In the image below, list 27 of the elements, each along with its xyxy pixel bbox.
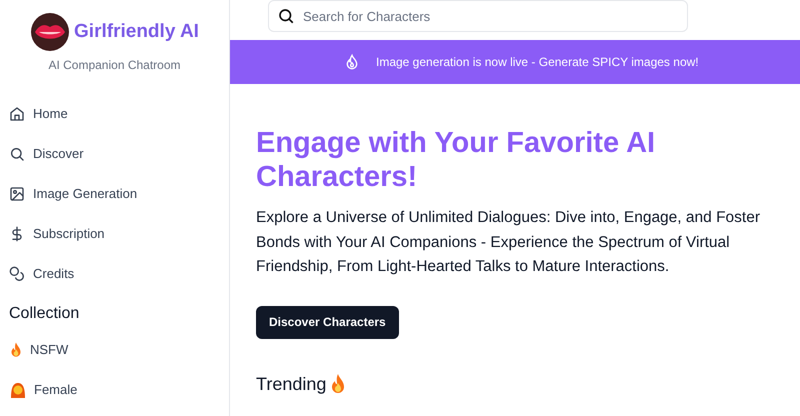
search-field[interactable]: Search for Characters <box>268 0 688 32</box>
search-icon <box>9 146 25 162</box>
person-icon <box>10 382 26 398</box>
banner-text: Image generation is now live - Generate SPICY images now! <box>376 54 699 71</box>
collection-item[interactable]: NSFW <box>0 330 229 370</box>
lips-logo <box>30 12 70 52</box>
coins-icon <box>9 266 25 282</box>
hero-title: Engage with Your Favorite AI Characters! <box>256 126 656 194</box>
fire-icon <box>10 342 22 358</box>
sidebar-item[interactable]: Discover <box>0 134 229 174</box>
sidebar-item[interactable]: Subscription <box>0 214 229 254</box>
image-icon <box>9 186 25 202</box>
discover-characters-button[interactable]: Discover Characters <box>256 306 399 338</box>
hero-text: Explore a Universe of Unlimited Dialogues: Dive into, Engage, and Foster Bonds with Your AI Companions - Experience the Spectrum of Virtual Friendship, From Light-Hearted Talks to Mature Interactions. <box>256 208 762 277</box>
brand-tagline: AI Companion Chatroom <box>48 57 181 74</box>
flame-icon <box>344 53 360 71</box>
sidebar-item[interactable]: Image Generation <box>0 174 229 214</box>
collection-title: Collection <box>8 304 80 324</box>
home-icon <box>9 106 25 122</box>
announcement-banner[interactable]: Image generation is now live - Generate SPICY images now! <box>230 40 800 84</box>
collection-item[interactable]: Female <box>0 370 229 410</box>
fire-icon <box>330 374 346 394</box>
trending-title: Trending <box>256 372 326 396</box>
sidebar-item[interactable]: Credits <box>0 254 229 294</box>
sidebar-item[interactable]: Home <box>0 94 229 134</box>
brand-name: Girlfriendly AI <box>74 20 199 44</box>
search-icon <box>277 7 295 25</box>
